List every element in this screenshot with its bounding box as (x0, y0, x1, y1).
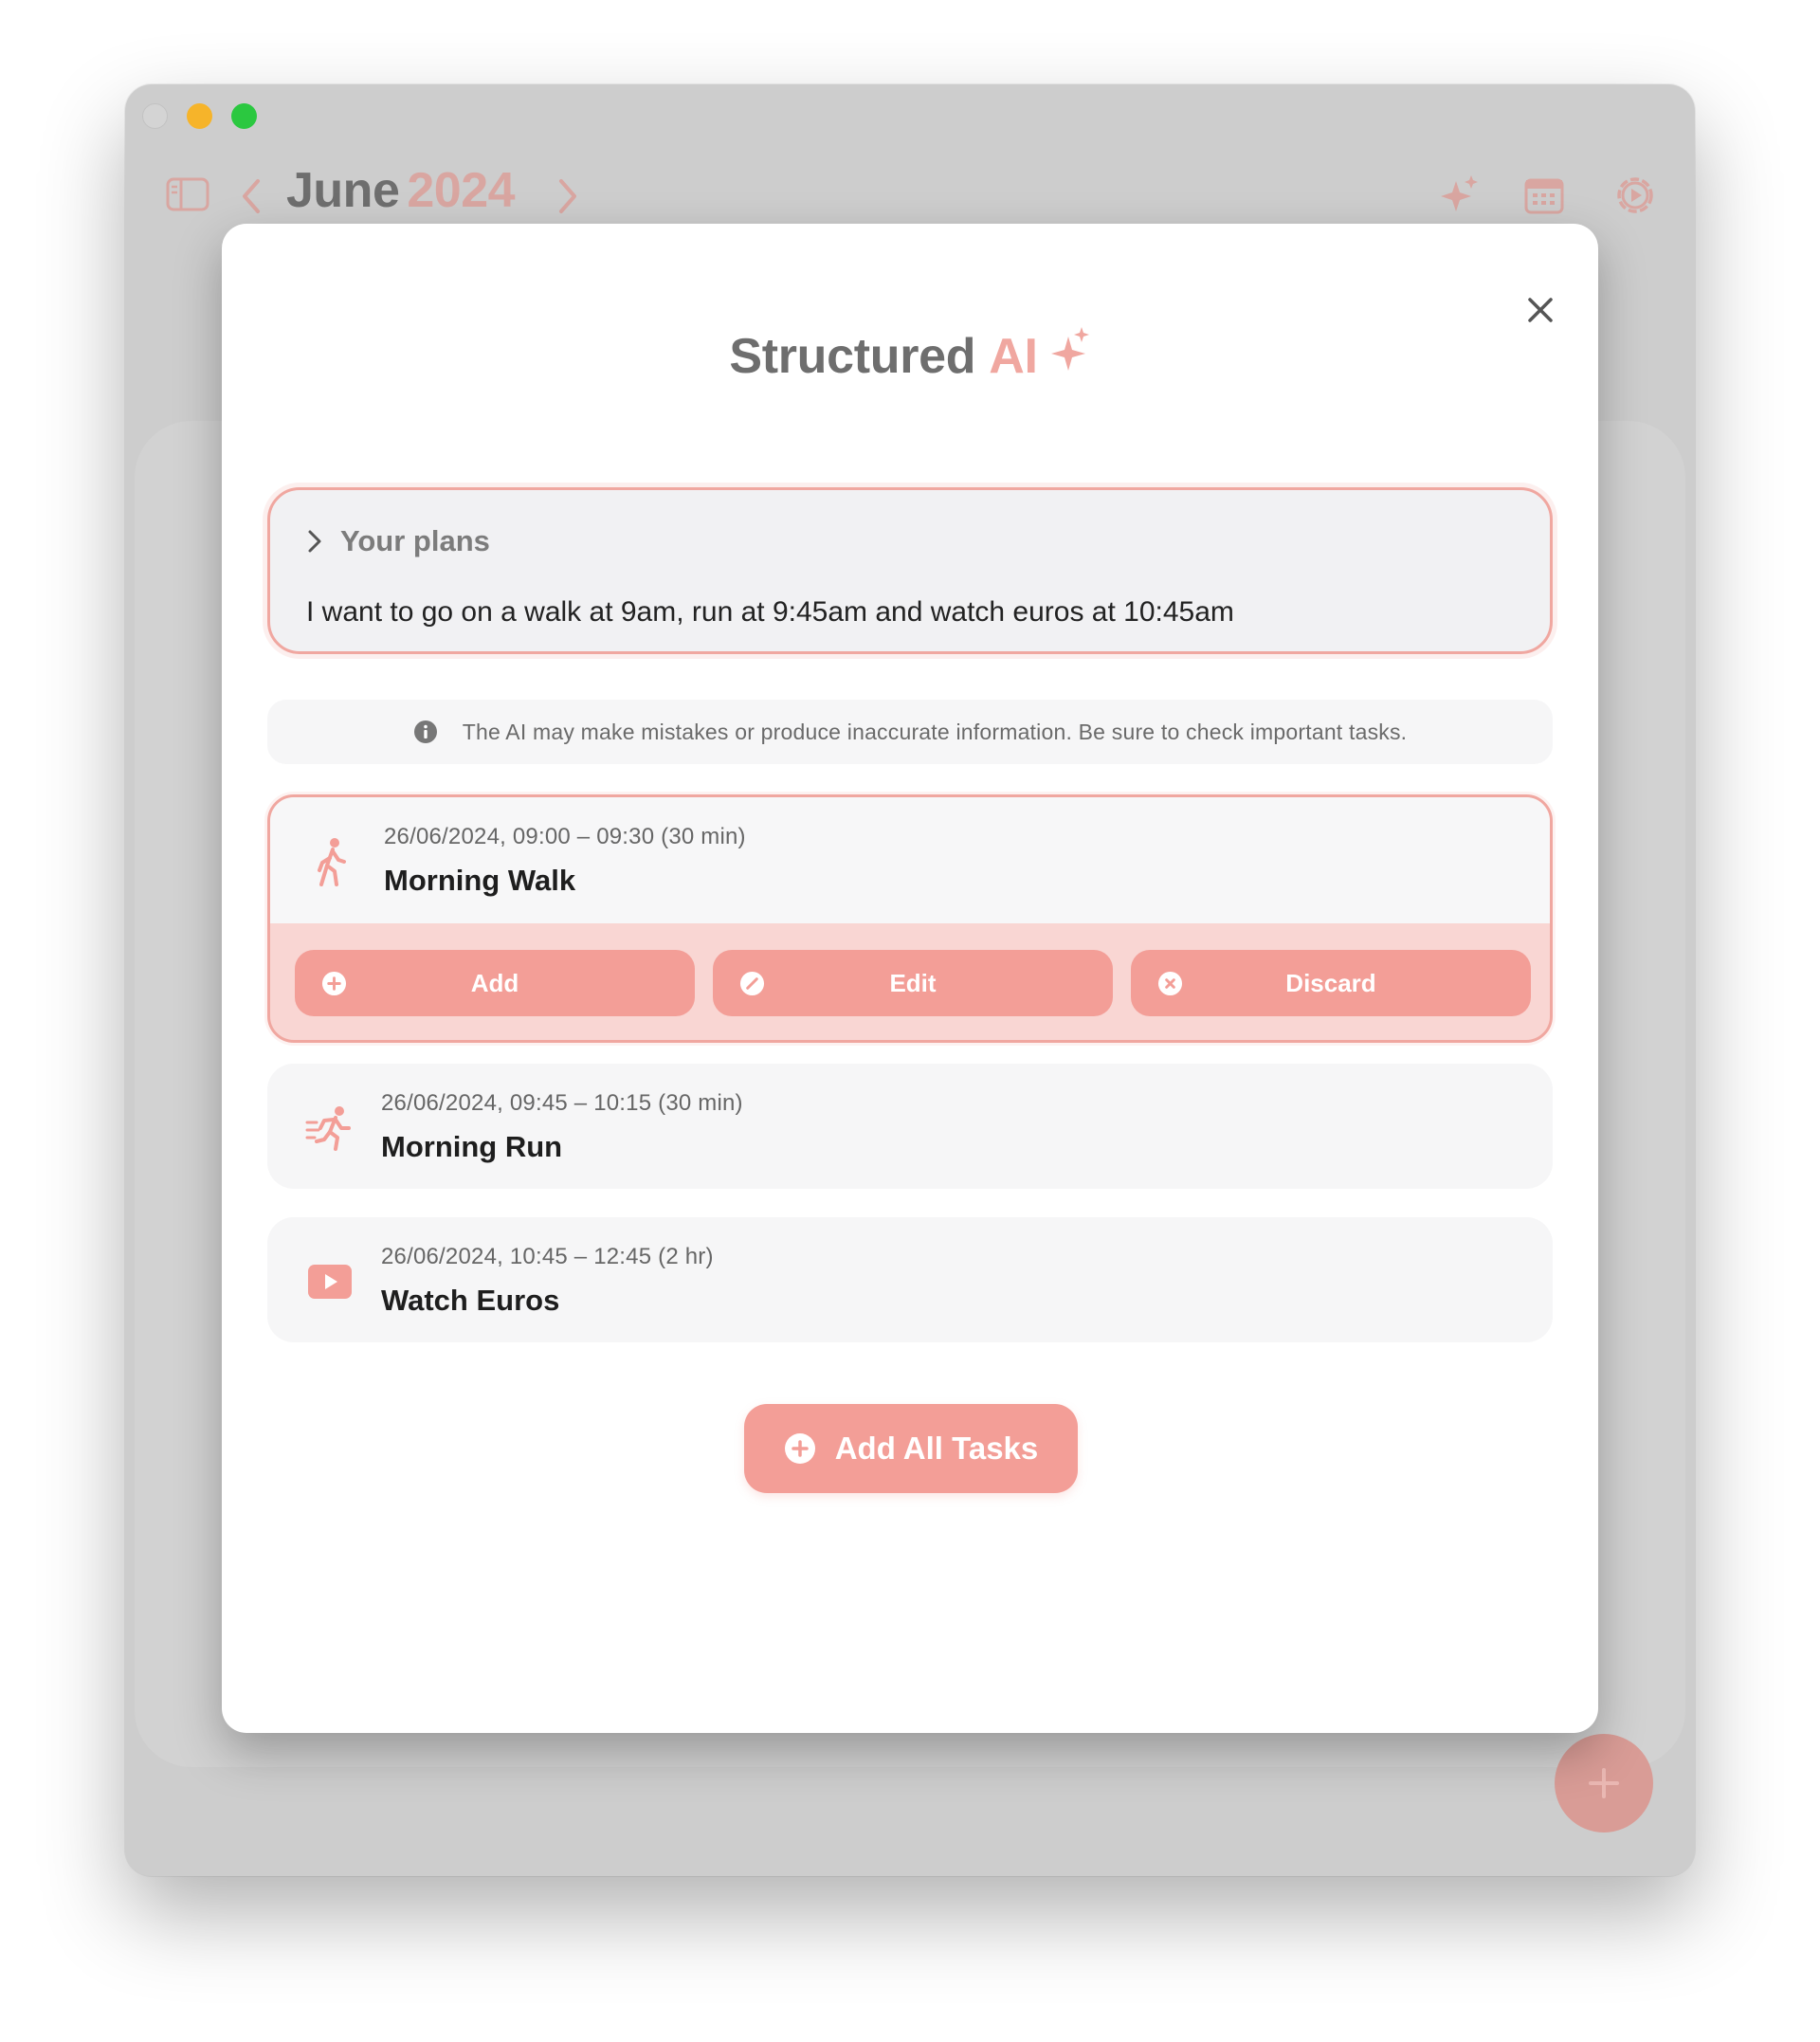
task-time: 26/06/2024, 09:00 – 09:30 (30 min) (384, 824, 746, 849)
task-card-watch-euros[interactable]: 26/06/2024, 10:45 – 12:45 (2 hr) Watch E… (267, 1217, 1553, 1342)
task-card-morning-run[interactable]: 26/06/2024, 09:45 – 10:15 (30 min) Morni… (267, 1064, 1553, 1189)
running-icon (301, 1100, 358, 1157)
year-label: 2024 (407, 163, 516, 218)
plus-circle-icon (784, 1433, 815, 1464)
add-task-fab[interactable] (1555, 1734, 1653, 1832)
task-time: 26/06/2024, 09:45 – 10:15 (30 min) (381, 1090, 743, 1116)
x-circle-icon (1157, 971, 1183, 996)
discard-label: Discard (1285, 968, 1376, 997)
add-label: Add (470, 968, 519, 997)
plus-circle-icon (321, 971, 347, 996)
window-close-button[interactable] (142, 103, 168, 129)
settings-icon[interactable] (1611, 172, 1659, 219)
task-actions: Add Edit Discard (270, 923, 1550, 1040)
your-plans-box[interactable]: Your plans I want to go on a walk at 9am… (267, 487, 1553, 654)
modal-title: Structured AI (222, 326, 1598, 389)
task-card-morning-walk[interactable]: 26/06/2024, 09:00 – 09:30 (30 min) Morni… (267, 794, 1553, 1043)
discard-task-button[interactable]: Discard (1131, 950, 1531, 1016)
task-time: 26/06/2024, 10:45 – 12:45 (2 hr) (381, 1244, 714, 1269)
modal-title-text: Structured (729, 329, 976, 384)
sparkles-icon (1050, 326, 1091, 385)
calendar-icon[interactable] (1520, 172, 1568, 219)
plans-label: Your plans (340, 524, 490, 557)
plus-icon (1589, 1768, 1619, 1798)
task-name: Watch Euros (381, 1284, 560, 1317)
task-name: Morning Walk (384, 864, 576, 897)
window-minimize-button[interactable] (187, 103, 212, 129)
close-modal-button[interactable] (1520, 290, 1560, 330)
month-title: June 2024 (286, 162, 516, 219)
plans-toggle[interactable]: Your plans (306, 524, 490, 558)
add-all-tasks-button[interactable]: Add All Tasks (744, 1404, 1078, 1493)
add-all-label: Add All Tasks (834, 1431, 1039, 1466)
month-label: June (286, 163, 400, 218)
chevron-right-icon[interactable] (554, 175, 582, 217)
structured-ai-modal: Structured AI Your plans I want to go on … (222, 224, 1598, 1733)
sparkles-icon[interactable] (1435, 172, 1483, 219)
add-task-button[interactable]: Add (295, 950, 695, 1016)
edit-task-button[interactable]: Edit (713, 950, 1113, 1016)
chevron-left-icon[interactable] (237, 175, 265, 217)
sidebar-toggle-icon[interactable] (165, 175, 210, 213)
pencil-circle-icon (739, 971, 765, 996)
plans-text: I want to go on a walk at 9am, run at 9:… (306, 596, 1234, 628)
info-icon (413, 720, 437, 743)
disclaimer-text: The AI may make mistakes or produce inac… (462, 719, 1408, 744)
window-maximize-button[interactable] (231, 103, 257, 129)
chevron-right-icon (308, 530, 321, 553)
close-icon (1528, 298, 1553, 322)
task-name: Morning Run (381, 1130, 563, 1163)
ai-disclaimer: The AI may make mistakes or produce inac… (267, 700, 1553, 764)
modal-title-accent: AI (989, 329, 1038, 384)
edit-label: Edit (889, 968, 937, 997)
walking-icon (304, 833, 361, 890)
play-video-icon (301, 1253, 358, 1310)
